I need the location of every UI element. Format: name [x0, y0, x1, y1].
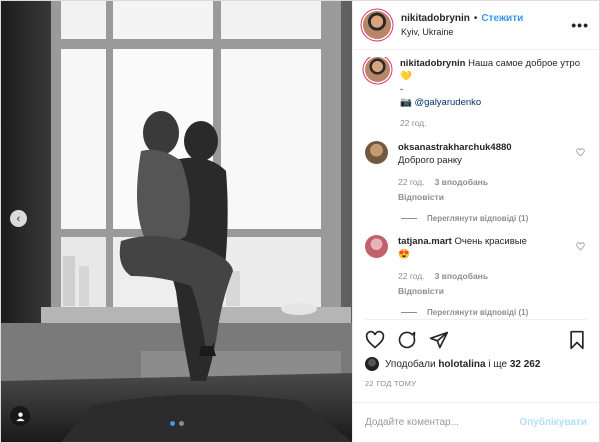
- caption-username[interactable]: nikitadobrynin: [400, 58, 465, 69]
- share-direct-icon[interactable]: [429, 330, 449, 350]
- comments-list: nikitadobrynin Наша самое доброе утро 💛 …: [353, 57, 599, 319]
- post-timestamp[interactable]: 22 ГОД ТОМУ: [365, 379, 416, 388]
- comment-item: oksanastrakharchuk4880 Доброго ранку 22 …: [365, 141, 587, 204]
- replies-divider: [401, 218, 417, 219]
- more-options-icon[interactable]: •••: [571, 17, 589, 33]
- carousel-prev-button[interactable]: ‹: [10, 210, 27, 227]
- comment-item: tatjana.mart Очень красивые 😍 22 год. 3 …: [365, 235, 587, 298]
- caption: nikitadobrynin Наша самое доброе утро 💛 …: [365, 57, 587, 130]
- reply-button[interactable]: Відповісти: [398, 285, 444, 298]
- liker-username[interactable]: holotalina: [438, 359, 485, 370]
- add-comment-bar: Опублікувати: [353, 402, 599, 442]
- likes-prefix: Уподобали: [385, 358, 436, 370]
- caption-line2: -: [400, 84, 404, 95]
- likes-summary: Уподобали holotalina і ще 32 262: [365, 357, 540, 371]
- view-replies-label: Переглянути відповіді (1): [427, 214, 529, 223]
- liker-avatar: [365, 357, 379, 371]
- comment-like-heart-icon[interactable]: [576, 242, 585, 251]
- view-replies-label: Переглянути відповіді (1): [427, 308, 529, 317]
- header-separator: •: [473, 13, 478, 24]
- caption-avatar[interactable]: [365, 57, 390, 82]
- author-username[interactable]: nikitadobrynin: [401, 13, 470, 24]
- comment-username[interactable]: tatjana.mart: [398, 236, 452, 247]
- comment-time[interactable]: 22 год.: [398, 176, 425, 189]
- post-photo[interactable]: ‹: [1, 1, 352, 442]
- likes-count[interactable]: 32 262: [510, 359, 541, 370]
- follow-button[interactable]: Стежити: [481, 13, 523, 24]
- action-bar: [365, 319, 587, 353]
- post-location[interactable]: Kyiv, Ukraine: [401, 27, 571, 37]
- view-replies-button[interactable]: Переглянути відповіді (1): [401, 308, 587, 317]
- camera-icon: 📷: [400, 97, 412, 108]
- likes-middle: і ще: [488, 358, 508, 370]
- replies-divider: [401, 312, 417, 313]
- comment-input[interactable]: [365, 417, 520, 428]
- comment-likes[interactable]: 3 вподобань: [435, 176, 488, 189]
- reply-button[interactable]: Відповісти: [398, 191, 444, 204]
- view-replies-button[interactable]: Переглянути відповіді (1): [401, 214, 587, 223]
- like-heart-icon[interactable]: [365, 330, 385, 350]
- comment-emoji: 😍: [398, 249, 410, 260]
- carousel-indicators: [1, 421, 352, 426]
- comment-avatar[interactable]: [365, 235, 388, 258]
- publish-button[interactable]: Опублікувати: [519, 417, 587, 428]
- comment-avatar[interactable]: [365, 141, 388, 164]
- comment-text: Очень красивые: [454, 236, 527, 247]
- caption-mention[interactable]: @galyarudenko: [414, 97, 481, 108]
- comment-like-heart-icon[interactable]: [576, 148, 585, 157]
- photo-image: [1, 1, 352, 442]
- comment-likes[interactable]: 3 вподобань: [435, 270, 488, 283]
- comment-time[interactable]: 22 год.: [398, 270, 425, 283]
- comment-bubble-icon[interactable]: [397, 330, 417, 350]
- post-header: nikitadobrynin • Стежити Kyiv, Ukraine •…: [353, 1, 599, 50]
- carousel-dot-2: [178, 421, 184, 426]
- carousel-dot-1: [169, 421, 175, 426]
- comment-text: Доброго ранку: [398, 155, 462, 166]
- chevron-left-icon: ‹: [16, 212, 21, 225]
- author-avatar[interactable]: [363, 11, 391, 39]
- post: ‹ nikitadobrynin • Стежити Kyiv, Ukraine: [0, 0, 600, 443]
- comment-username[interactable]: oksanastrakharchuk4880: [398, 142, 512, 153]
- caption-time[interactable]: 22 год.: [400, 117, 427, 130]
- user-icon: [15, 411, 25, 421]
- post-details-panel: nikitadobrynin • Стежити Kyiv, Ukraine •…: [352, 1, 599, 442]
- bookmark-icon[interactable]: [567, 330, 587, 350]
